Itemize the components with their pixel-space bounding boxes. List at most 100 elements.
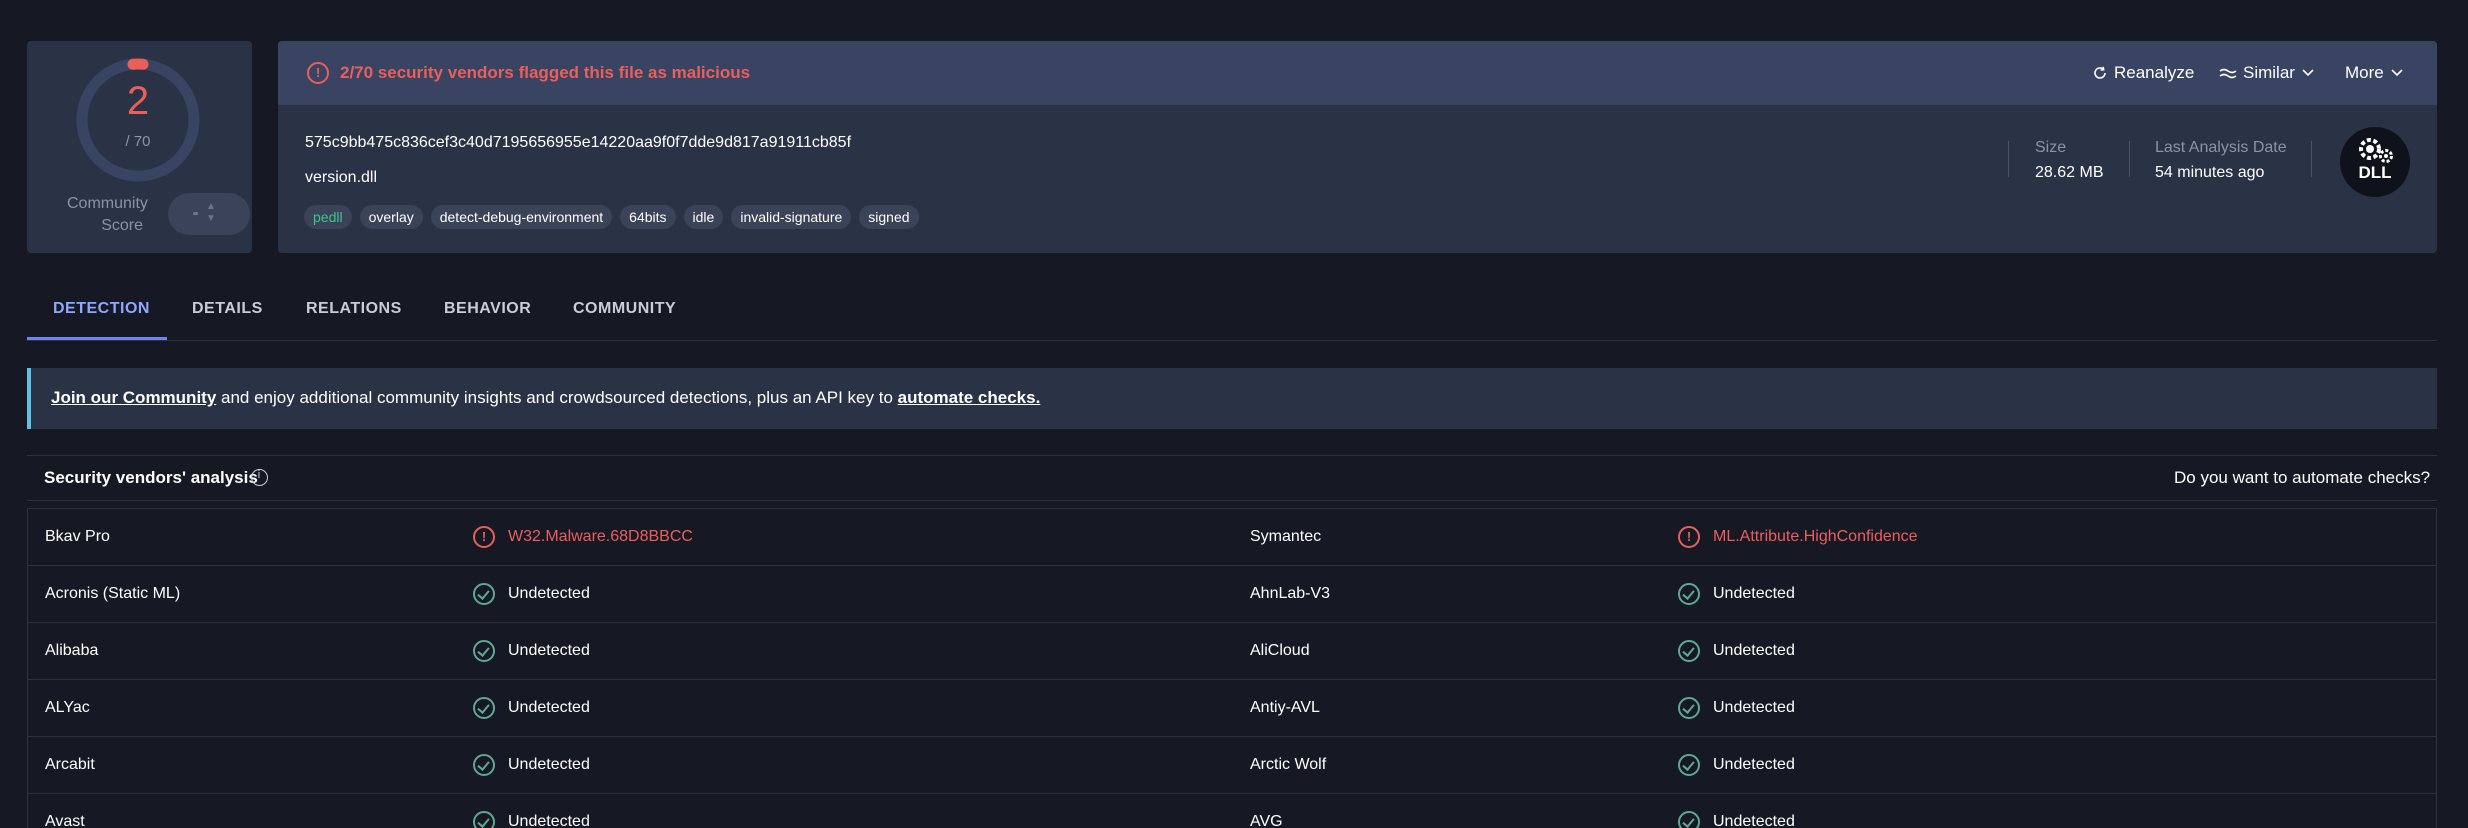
vendor-result: Undetected (508, 585, 590, 602)
check-circle-icon (1678, 583, 1700, 605)
community-score-toggle[interactable]: ▲ ▼ (168, 193, 250, 235)
community-banner: Join our Community and enjoy additional … (27, 368, 2437, 429)
file-tag[interactable]: 64bits (620, 205, 676, 229)
file-tag[interactable]: overlay (359, 205, 423, 229)
vendor-name: ALYac (45, 699, 90, 716)
tab-detection[interactable]: DETECTION (53, 300, 150, 318)
divider (2129, 141, 2130, 177)
vendor-row: ALYac Undetected Antiy-AVL Undetected (28, 680, 2436, 737)
vendor-row: Bkav Pro W32.Malware.68D8BBCC Symantec ML.A… (28, 509, 2436, 566)
vendor-result: Undetected (1713, 756, 1795, 773)
tab-community[interactable]: COMMUNITY (573, 300, 676, 318)
last-analysis-date-label: Last Analysis Date (2155, 139, 2287, 156)
check-circle-icon (473, 811, 495, 828)
more-label: More (2345, 63, 2384, 82)
check-circle-icon (1678, 697, 1700, 719)
similar-button[interactable]: Similar (2219, 63, 2315, 83)
divider (2008, 141, 2009, 177)
file-tag[interactable]: invalid-signature (731, 205, 852, 229)
tabs-divider (27, 340, 2437, 341)
vendor-result: Undetected (1713, 585, 1795, 602)
vendor-row: Alibaba Undetected AliCloud Undetected (28, 623, 2436, 680)
reanalyze-label: Reanalyze (2114, 63, 2195, 82)
file-tag[interactable]: idle (683, 205, 724, 229)
community-banner-text: Join our Community and enjoy additional … (51, 388, 1040, 408)
vendor-row: Arcabit Undetected Arctic Wolf Undetected (28, 737, 2436, 794)
detection-score-value: 2 (126, 79, 150, 123)
divider (2311, 141, 2312, 177)
chevron-down-icon (2391, 69, 2403, 77)
vendor-name: Antiy-AVL (1250, 699, 1320, 716)
file-type-label: DLL (2358, 163, 2392, 182)
malicious-alert-bar: 2/70 security vendors flagged this file … (278, 41, 2437, 105)
sort-arrows-icon: ▲ ▼ (206, 201, 216, 224)
file-type-badge: DLL (2340, 127, 2410, 197)
size-label: Size (2035, 139, 2067, 156)
similar-label: Similar (2243, 63, 2295, 82)
size-value: 28.62 MB (2035, 164, 2104, 181)
vendor-name: Arcabit (45, 756, 95, 773)
check-circle-icon (1678, 811, 1700, 828)
last-analysis-date-value: 54 minutes ago (2155, 164, 2265, 181)
file-tag[interactable]: pedll (304, 205, 352, 229)
detection-score-card: 2 / 70 Community Score ▲ ▼ (27, 41, 252, 253)
vendor-row: Acronis (Static ML) Undetected AhnLab-V3 Un… (28, 566, 2436, 623)
join-community-link[interactable]: Join our Community (51, 388, 216, 407)
refresh-icon (2094, 66, 2106, 79)
vendor-name: Arctic Wolf (1250, 756, 1327, 773)
vendor-name: Acronis (Static ML) (45, 585, 181, 602)
vendors-table: Bkav Pro W32.Malware.68D8BBCC Symantec ML.A… (27, 508, 2437, 828)
file-summary-card: 2/70 security vendors flagged this file … (278, 41, 2437, 253)
vendor-name: AVG (1250, 813, 1283, 828)
file-tag[interactable]: signed (859, 205, 919, 229)
similar-icon (2219, 68, 2237, 79)
vendor-name: Bkav Pro (45, 528, 110, 545)
vendor-result: Undetected (1713, 642, 1795, 659)
vendor-result: Undetected (508, 756, 590, 773)
vendors-analysis-title: Security vendors' analysis (44, 468, 258, 487)
active-tab-indicator (27, 337, 167, 340)
vendor-result: Undetected (508, 699, 590, 716)
file-tag[interactable]: detect-debug-environment (430, 205, 613, 229)
automate-checks-prompt[interactable]: Do you want to automate checks? (2174, 468, 2430, 488)
vendor-name: AliCloud (1250, 642, 1310, 659)
alert-circle-icon (473, 526, 495, 548)
vendor-result: Undetected (508, 642, 590, 659)
vendor-result[interactable]: W32.Malware.68D8BBCC (508, 528, 693, 546)
tab-relations[interactable]: RELATIONS (306, 300, 402, 318)
detection-score-total: / 70 (125, 133, 151, 150)
banner-middle-text: and enjoy additional community insights … (216, 388, 898, 407)
vendor-result: Undetected (508, 813, 590, 828)
info-icon[interactable] (251, 469, 268, 486)
more-button[interactable]: More (2345, 63, 2404, 83)
chevron-down-icon (2302, 69, 2314, 77)
check-circle-icon (1678, 640, 1700, 662)
tab-details[interactable]: DETAILS (192, 300, 263, 318)
check-circle-icon (473, 697, 495, 719)
vendor-row: Avast Undetected AVG Undetected (28, 794, 2436, 828)
check-circle-icon (473, 754, 495, 776)
alert-circle-icon (1678, 526, 1700, 548)
malicious-alert-text: 2/70 security vendors flagged this file … (340, 63, 751, 82)
file-tags: pedll overlay detect-debug-environment 6… (304, 205, 919, 229)
check-circle-icon (473, 640, 495, 662)
check-circle-icon (473, 583, 495, 605)
community-score-label: Community Score (67, 195, 148, 234)
tab-behavior[interactable]: BEHAVIOR (444, 300, 531, 318)
vendor-name: Alibaba (45, 642, 99, 659)
vendor-result: Undetected (1713, 813, 1795, 828)
vendor-name: Avast (45, 813, 85, 828)
automate-checks-link[interactable]: automate checks. (898, 388, 1041, 407)
vendor-result[interactable]: ML.Attribute.HighConfidence (1713, 528, 1918, 546)
vendor-name: Symantec (1250, 528, 1322, 545)
file-name: version.dll (305, 169, 378, 186)
divider (27, 500, 2437, 501)
reanalyze-button[interactable]: Reanalyze (2092, 63, 2194, 83)
vendor-result: Undetected (1713, 699, 1795, 716)
alert-icon (307, 62, 329, 84)
vendor-name: AhnLab-V3 (1250, 585, 1331, 602)
file-hash[interactable]: 575c9bb475c836cef3c40d7195656955e14220aa… (305, 134, 851, 152)
divider (27, 455, 2437, 456)
community-score-indicator (193, 212, 198, 215)
check-circle-icon (1678, 754, 1700, 776)
